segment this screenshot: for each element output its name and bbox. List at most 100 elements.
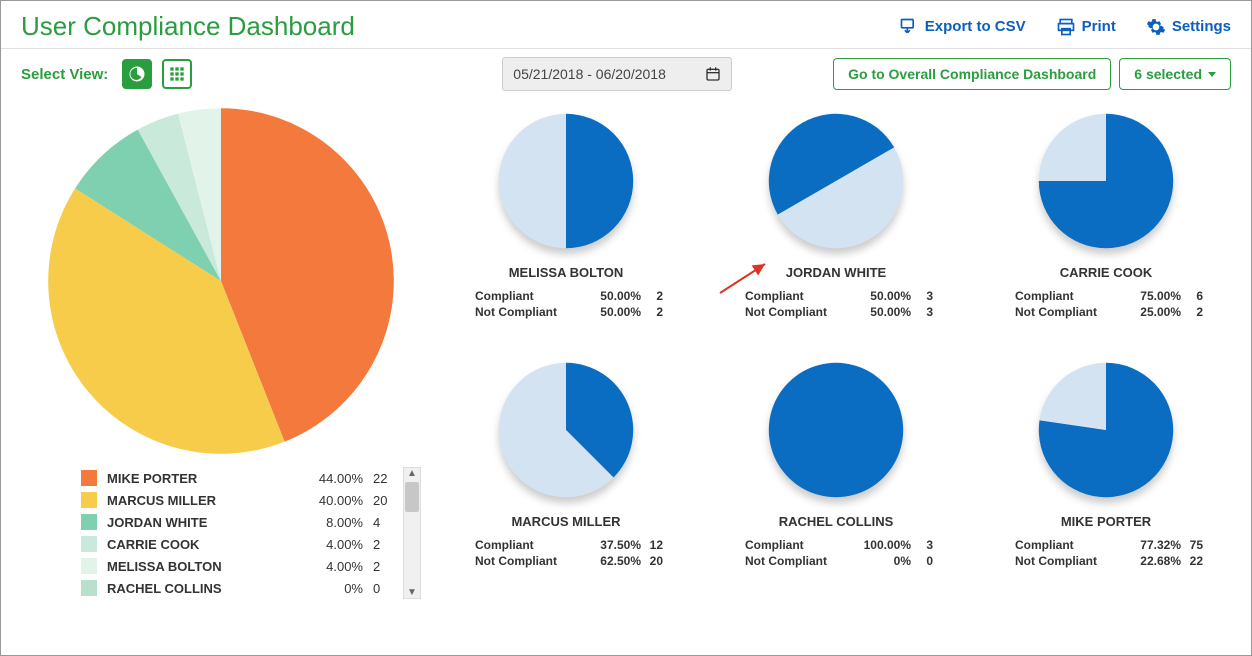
- user-name: RACHEL COLLINS: [779, 514, 894, 529]
- stat-label: Compliant: [731, 289, 851, 303]
- stat-pct: 50.00%: [851, 289, 911, 303]
- user-pie-chart: [766, 111, 906, 251]
- scroll-thumb[interactable]: [405, 482, 419, 512]
- stat-pct: 77.32%: [1121, 538, 1181, 552]
- stat-label: Not Compliant: [461, 554, 581, 568]
- user-stats: Compliant 50.00% 2Not Compliant 50.00% 2: [461, 288, 671, 320]
- user-card[interactable]: RACHEL COLLINS Compliant 100.00% 3Not Com…: [711, 360, 961, 599]
- selection-dropdown[interactable]: 6 selected: [1119, 58, 1231, 90]
- legend-name: MELISSA BOLTON: [107, 559, 303, 574]
- legend-row[interactable]: MARCUS MILLER 40.00% 20: [21, 489, 403, 511]
- user-pie-chart: [496, 360, 636, 500]
- legend-row[interactable]: JORDAN WHITE 8.00% 4: [21, 511, 403, 533]
- legend-name: CARRIE COOK: [107, 537, 303, 552]
- user-card[interactable]: JORDAN WHITECompliant 50.00% 3Not Compli…: [711, 111, 961, 350]
- legend-count: 20: [373, 493, 403, 508]
- legend-row[interactable]: RACHEL COLLINS 0% 0: [21, 577, 403, 599]
- stat-row: Not Compliant 25.00% 2: [1001, 304, 1211, 320]
- user-cards-grid: MELISSA BOLTONCompliant 50.00% 2Not Comp…: [441, 101, 1231, 599]
- stat-pct: 25.00%: [1121, 305, 1181, 319]
- stat-row: Not Compliant 62.50% 20: [461, 553, 671, 569]
- stat-row: Not Compliant 22.68% 22: [1001, 553, 1211, 569]
- date-range-picker[interactable]: 05/21/2018 - 06/20/2018: [502, 57, 732, 91]
- legend-swatch: [81, 558, 97, 574]
- stat-label: Not Compliant: [731, 305, 851, 319]
- user-stats: Compliant 100.00% 3Not Compliant 0% 0: [731, 537, 941, 569]
- main-pie-chart: [41, 101, 401, 461]
- user-card[interactable]: CARRIE COOKCompliant 75.00% 6Not Complia…: [981, 111, 1231, 350]
- stat-pct: 100.00%: [851, 538, 911, 552]
- legend-swatch: [81, 536, 97, 552]
- export-csv-label: Export to CSV: [925, 18, 1026, 35]
- stat-row: Not Compliant 50.00% 3: [731, 304, 941, 320]
- header: User Compliance Dashboard Export to CSV …: [1, 1, 1251, 49]
- stat-count: 3: [911, 305, 941, 319]
- selection-label: 6 selected: [1134, 66, 1202, 82]
- stat-label: Not Compliant: [1001, 554, 1121, 568]
- legend-name: JORDAN WHITE: [107, 515, 303, 530]
- stat-row: Compliant 50.00% 3: [731, 288, 941, 304]
- print-button[interactable]: Print: [1056, 17, 1116, 37]
- stat-label: Compliant: [461, 538, 581, 552]
- stat-label: Compliant: [731, 538, 851, 552]
- stat-count: 75: [1181, 538, 1211, 552]
- legend-swatch: [81, 492, 97, 508]
- legend-pct: 44.00%: [303, 471, 363, 486]
- stat-row: Not Compliant 50.00% 2: [461, 304, 671, 320]
- content: MIKE PORTER 44.00% 22 MARCUS MILLER 40.0…: [1, 101, 1251, 609]
- stat-pct: 50.00%: [581, 305, 641, 319]
- legend-row[interactable]: MIKE PORTER 44.00% 22: [21, 467, 403, 489]
- legend-count: 2: [373, 537, 403, 552]
- user-pie-chart: [766, 360, 906, 500]
- legend-row[interactable]: CARRIE COOK 4.00% 2: [21, 533, 403, 555]
- user-name: MARCUS MILLER: [511, 514, 620, 529]
- legend-count: 0: [373, 581, 403, 596]
- user-pie-chart: [1036, 111, 1176, 251]
- stat-pct: 50.00%: [851, 305, 911, 319]
- gear-icon: [1146, 17, 1166, 37]
- stat-pct: 62.50%: [581, 554, 641, 568]
- stat-count: 2: [1181, 305, 1211, 319]
- settings-button[interactable]: Settings: [1146, 17, 1231, 37]
- select-view-label: Select View:: [21, 66, 108, 83]
- user-card[interactable]: MELISSA BOLTON Compliant 50.00% 2Not Comp…: [441, 111, 691, 350]
- right-controls: Go to Overall Compliance Dashboard 6 sel…: [833, 58, 1231, 90]
- stat-row: Compliant 50.00% 2: [461, 288, 671, 304]
- view-toggle-pie[interactable]: [122, 59, 152, 89]
- stat-row: Compliant 37.50% 12: [461, 537, 671, 553]
- pie-view-icon: [128, 65, 146, 83]
- legend-count: 4: [373, 515, 403, 530]
- legend-scrollbar[interactable]: ▲ ▼: [403, 467, 421, 599]
- export-csv-button[interactable]: Export to CSV: [899, 17, 1026, 37]
- legend-swatch: [81, 470, 97, 486]
- legend-swatch: [81, 514, 97, 530]
- user-card[interactable]: MIKE PORTERCompliant 77.32% 75Not Compli…: [981, 360, 1231, 599]
- page-title: User Compliance Dashboard: [21, 11, 355, 42]
- legend-name: MIKE PORTER: [107, 471, 303, 486]
- user-name: MIKE PORTER: [1061, 514, 1151, 529]
- scroll-up-icon: ▲: [404, 468, 420, 479]
- user-name: MELISSA BOLTON: [509, 265, 624, 280]
- stat-count: 3: [911, 289, 941, 303]
- legend-row[interactable]: MELISSA BOLTON 4.00% 2: [21, 555, 403, 577]
- legend-pct: 0%: [303, 581, 363, 596]
- stat-label: Compliant: [461, 289, 581, 303]
- legend-name: RACHEL COLLINS: [107, 581, 303, 596]
- stat-row: Compliant 100.00% 3: [731, 537, 941, 553]
- stat-pct: 37.50%: [581, 538, 641, 552]
- legend-pct: 4.00%: [303, 537, 363, 552]
- stat-pct: 75.00%: [1121, 289, 1181, 303]
- stat-pct: 22.68%: [1121, 554, 1181, 568]
- header-actions: Export to CSV Print Settings: [899, 17, 1231, 37]
- legend-count: 2: [373, 559, 403, 574]
- view-toggle-grid[interactable]: [162, 59, 192, 89]
- legend: MIKE PORTER 44.00% 22 MARCUS MILLER 40.0…: [21, 467, 403, 599]
- settings-label: Settings: [1172, 18, 1231, 35]
- overall-dashboard-button[interactable]: Go to Overall Compliance Dashboard: [833, 58, 1111, 90]
- print-icon: [1056, 17, 1076, 37]
- user-card[interactable]: MARCUS MILLER Compliant 37.50% 12Not Comp…: [441, 360, 691, 599]
- stat-pct: 0%: [851, 554, 911, 568]
- legend-wrap: MIKE PORTER 44.00% 22 MARCUS MILLER 40.0…: [21, 467, 421, 599]
- legend-pct: 8.00%: [303, 515, 363, 530]
- chevron-down-icon: [1208, 72, 1216, 77]
